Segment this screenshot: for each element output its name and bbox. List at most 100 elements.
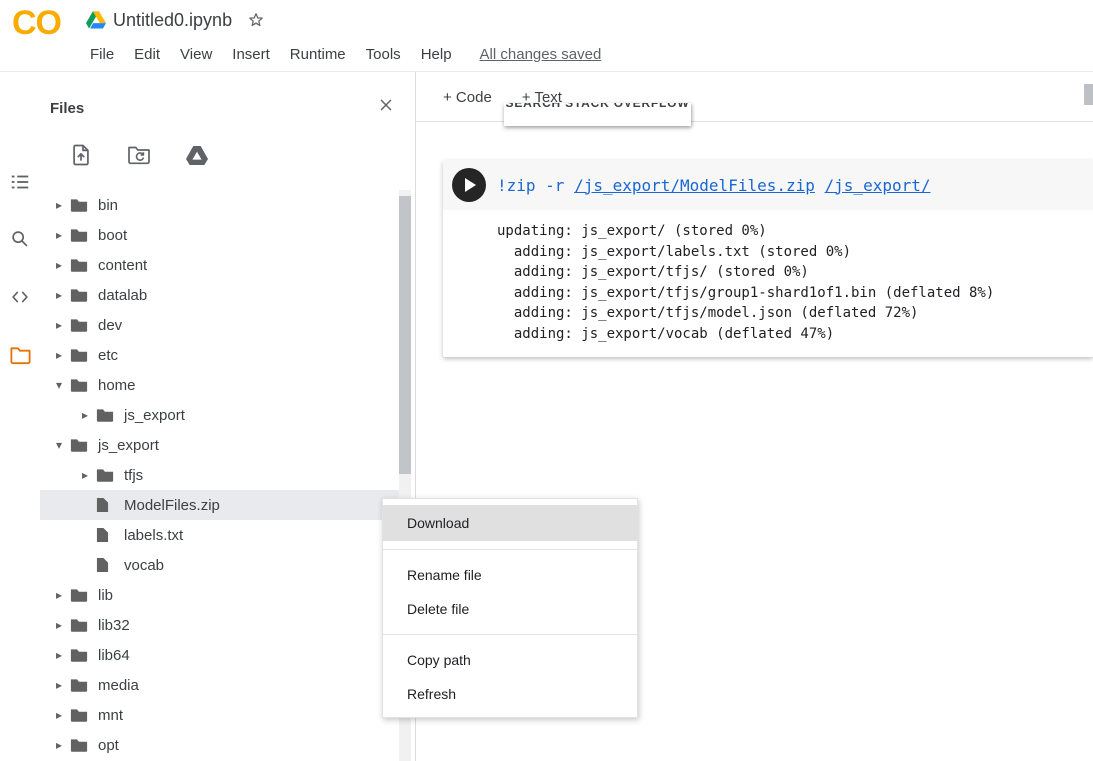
tree-item-lib64[interactable]: ▸ lib64 [40,640,399,670]
close-icon[interactable] [375,94,397,116]
context-menu-rename-file[interactable]: Rename file [383,558,637,592]
chevron-right-icon[interactable]: ▸ [48,588,70,602]
tree-item-label: opt [98,737,119,754]
menu-runtime[interactable]: Runtime [280,46,356,63]
tree-item-opt[interactable]: ▸ opt [40,730,399,760]
context-menu-delete-file[interactable]: Delete file [383,592,637,626]
notebook-title[interactable]: Untitled0.ipynb [113,10,232,31]
chevron-right-icon[interactable]: ▸ [48,318,70,332]
tree-item-label: etc [98,347,118,364]
files-scrollbar-thumb[interactable] [399,196,411,474]
search-stack-overflow-label: SEARCH STACK OVERFLOW [504,103,691,110]
tree-item-boot[interactable]: ▸ boot [40,220,399,250]
chevron-right-icon[interactable]: ▸ [74,408,96,422]
code-editor[interactable]: !zip -r /js_export/ModelFiles.zip /js_ex… [497,160,931,210]
tree-item-label: home [98,377,136,394]
files-toolbar [68,142,210,168]
folder-icon [70,618,96,633]
tree-item-js_export[interactable]: ▸js_export [40,400,399,430]
folder-icon [70,378,96,393]
search-stack-overflow-button[interactable]: SEARCH STACK OVERFLOW [504,103,691,126]
tree-item-lib[interactable]: ▸ lib [40,580,399,610]
star-icon[interactable] [246,10,266,30]
tree-item-vocab[interactable]: vocab [40,550,399,580]
chevron-right-icon[interactable]: ▸ [48,288,70,302]
folder-icon [70,738,96,753]
menu-help[interactable]: Help [411,46,462,63]
menu-file[interactable]: File [80,46,124,63]
chevron-right-icon[interactable]: ▸ [74,468,96,482]
code-path-link[interactable]: /js_export/ [825,176,931,195]
tree-item-labels.txt[interactable]: labels.txt [40,520,399,550]
google-drive-icon [86,11,106,29]
tree-item-label: media [98,677,139,694]
tree-item-label: lib64 [98,647,130,664]
chevron-right-icon[interactable]: ▸ [48,648,70,662]
tree-item-content[interactable]: ▸ content [40,250,399,280]
context-menu-refresh[interactable]: Refresh [383,677,637,711]
tree-item-label: boot [98,227,127,244]
code-cell: !zip -r /js_export/ModelFiles.zip /js_ex… [443,160,1093,357]
chevron-right-icon[interactable]: ▸ [48,678,70,692]
chevron-right-icon[interactable]: ▸ [48,228,70,242]
chevron-right-icon[interactable]: ▸ [48,738,70,752]
menu-tools[interactable]: Tools [356,46,411,63]
add-code-button[interactable]: + Code [443,89,492,106]
chevron-right-icon[interactable]: ▸ [48,258,70,272]
tree-item-label: content [98,257,147,274]
mount-drive-icon[interactable] [184,142,210,168]
upload-icon[interactable] [68,142,94,168]
tree-item-label: lib32 [98,617,130,634]
context-menu-copy-path[interactable]: Copy path [383,643,637,677]
tree-item-dev[interactable]: ▸ dev [40,310,399,340]
tree-item-bin[interactable]: ▸bin [40,190,399,220]
file-tree: ▸bin▸boot▸content▸datalab▸dev▸etc▾home▸j… [40,190,399,760]
folder-icon[interactable] [0,335,40,375]
chevron-down-icon[interactable]: ▾ [48,378,70,392]
menu-divider [383,549,637,550]
code-icon[interactable] [0,277,40,317]
tree-item-mnt[interactable]: ▸mnt [40,700,399,730]
tree-item-datalab[interactable]: ▸datalab [40,280,399,310]
table-of-contents-icon[interactable] [0,162,40,202]
tree-item-label: dev [98,317,122,334]
chevron-right-icon[interactable]: ▸ [48,348,70,362]
folder-icon [96,408,122,423]
save-status[interactable]: All changes saved [480,46,602,63]
tree-item-home[interactable]: ▾ home [40,370,399,400]
tree-item-lib32[interactable]: ▸ lib32 [40,610,399,640]
tree-item-media[interactable]: ▸ media [40,670,399,700]
run-cell-button[interactable] [452,168,486,202]
folder-icon [70,438,96,453]
menu-view[interactable]: View [170,46,222,63]
left-rail [0,72,40,761]
tree-item-js_export[interactable]: ▾ js_export [40,430,399,460]
tree-item-label: lib [98,587,113,604]
context-menu-download[interactable]: Download [383,505,637,541]
folder-icon [70,348,96,363]
chevron-right-icon[interactable]: ▸ [48,198,70,212]
folder-icon [70,588,96,603]
chevron-right-icon[interactable]: ▸ [48,618,70,632]
menu-edit[interactable]: Edit [124,46,170,63]
tree-item-ModelFiles.zip[interactable]: ModelFiles.zip [40,490,399,520]
code-path-link[interactable]: /js_export/ModelFiles.zip [574,176,815,195]
tree-item-etc[interactable]: ▸ etc [40,340,399,370]
folder-icon [70,288,96,303]
tree-item-label: js_export [98,437,159,454]
menu-insert[interactable]: Insert [222,46,280,63]
chevron-down-icon[interactable]: ▾ [48,438,70,452]
folder-icon [70,678,96,693]
code-text [815,176,825,195]
tree-item-tfjs[interactable]: ▸tfjs [40,460,399,490]
tree-item-label: ModelFiles.zip [124,497,220,514]
colab-logo[interactable]: CO [12,4,61,43]
chevron-right-icon[interactable]: ▸ [48,708,70,722]
folder-icon [70,258,96,273]
refresh-folder-icon[interactable] [126,142,152,168]
notebook-scrollbar-thumb[interactable] [1084,84,1093,105]
search-icon[interactable] [0,219,40,259]
file-context-menu: Download Rename fileDelete file Copy pathR… [382,498,638,718]
tree-item-label: vocab [124,557,164,574]
code-text: !zip -r [497,176,574,195]
